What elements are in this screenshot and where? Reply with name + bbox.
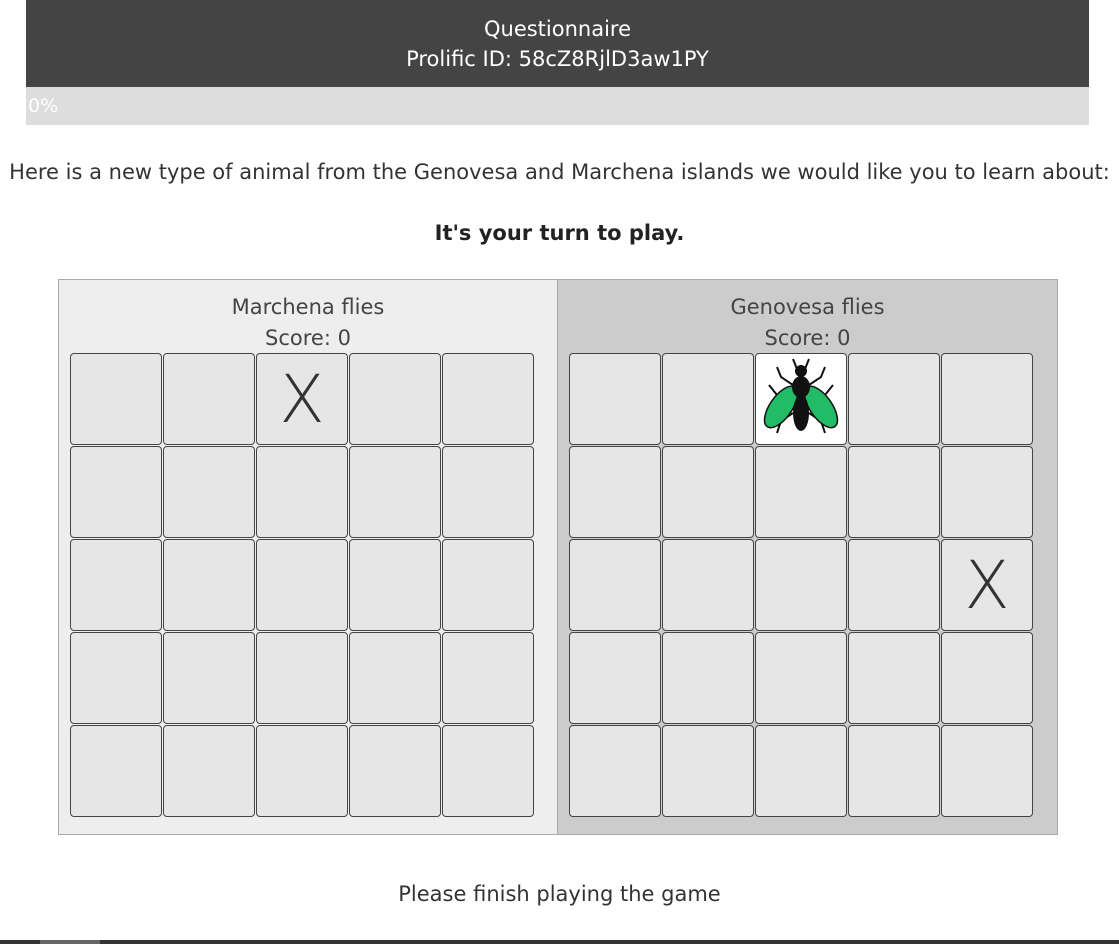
- right-grid-cell[interactable]: [941, 632, 1033, 724]
- left-grid-cell[interactable]: [70, 539, 162, 631]
- left-grid-cell[interactable]: [349, 446, 441, 538]
- left-grid-cell[interactable]: [349, 725, 441, 817]
- left-grid-cell[interactable]: [442, 632, 534, 724]
- left-grid-cell[interactable]: [256, 632, 348, 724]
- cell-mark: X: [964, 546, 1010, 624]
- right-grid-cell[interactable]: X: [941, 539, 1033, 631]
- left-grid-cell[interactable]: [163, 446, 255, 538]
- right-grid-cell[interactable]: [662, 632, 754, 724]
- fly-icon: [763, 358, 839, 434]
- marchena-title: Marchena flies: [231, 295, 385, 319]
- right-grid-cell[interactable]: [941, 353, 1033, 445]
- left-grid-cell[interactable]: [256, 539, 348, 631]
- right-grid-cell[interactable]: [662, 539, 754, 631]
- cell-mark: X: [279, 360, 325, 438]
- left-grid-cell[interactable]: [256, 725, 348, 817]
- left-grid-cell[interactable]: [256, 446, 348, 538]
- left-grid-cell[interactable]: [442, 725, 534, 817]
- bottom-bar-segment: [40, 940, 100, 944]
- left-grid-cell[interactable]: [70, 632, 162, 724]
- prolific-id: Prolific ID: 58cZ8RjlD3aw1PY: [406, 47, 709, 71]
- left-grid-cell[interactable]: [163, 353, 255, 445]
- right-grid-cell[interactable]: [755, 353, 847, 445]
- progress-bar: 0%: [26, 87, 1089, 125]
- right-grid-cell[interactable]: [662, 725, 754, 817]
- left-grid-cell[interactable]: [442, 539, 534, 631]
- right-grid-cell[interactable]: [848, 353, 940, 445]
- right-grid-cell[interactable]: [848, 539, 940, 631]
- header-title: Questionnaire: [483, 17, 632, 41]
- genovesa-score: Score: 0: [764, 326, 851, 350]
- left-grid-cell[interactable]: [70, 353, 162, 445]
- intro-text: Here is a new type of animal from the Ge…: [9, 160, 1110, 184]
- left-grid-cell[interactable]: [349, 539, 441, 631]
- right-grid-cell[interactable]: [941, 446, 1033, 538]
- right-grid-cell[interactable]: [569, 446, 661, 538]
- right-grid-cell[interactable]: [848, 446, 940, 538]
- progress-label: 0%: [28, 95, 59, 117]
- right-grid-cell[interactable]: [569, 632, 661, 724]
- marchena-panel: Marchena flies Score: 0 X: [59, 280, 558, 834]
- right-grid-cell[interactable]: [941, 725, 1033, 817]
- right-grid-cell[interactable]: [755, 725, 847, 817]
- right-grid-cell[interactable]: [755, 446, 847, 538]
- left-grid-cell[interactable]: X: [256, 353, 348, 445]
- turn-indicator: It's your turn to play.: [434, 221, 685, 245]
- left-grid-cell[interactable]: [163, 539, 255, 631]
- right-grid-cell[interactable]: [755, 632, 847, 724]
- footer-message: Please finish playing the game: [398, 882, 721, 906]
- left-grid-cell[interactable]: [70, 725, 162, 817]
- left-grid-cell[interactable]: [70, 446, 162, 538]
- genovesa-title: Genovesa flies: [730, 295, 885, 319]
- left-grid-cell[interactable]: [442, 446, 534, 538]
- left-grid-cell[interactable]: [349, 353, 441, 445]
- marchena-score: Score: 0: [265, 326, 351, 350]
- right-grid-cell[interactable]: [662, 446, 754, 538]
- left-grid-cell[interactable]: [442, 353, 534, 445]
- right-grid-cell[interactable]: [848, 725, 940, 817]
- bottom-bar: [0, 940, 1119, 944]
- right-grid-cell[interactable]: [569, 539, 661, 631]
- left-grid-cell[interactable]: [163, 725, 255, 817]
- left-grid-cell[interactable]: [163, 632, 255, 724]
- marchena-grid: X: [70, 353, 535, 818]
- right-grid-cell[interactable]: [569, 725, 661, 817]
- right-grid-cell[interactable]: [662, 353, 754, 445]
- right-grid-cell[interactable]: [848, 632, 940, 724]
- left-grid-cell[interactable]: [349, 632, 441, 724]
- right-grid-cell[interactable]: [569, 353, 661, 445]
- game-board: Marchena flies Score: 0 X Genovesa flies…: [58, 279, 1058, 835]
- questionnaire-header: Questionnaire Prolific ID: 58cZ8RjlD3aw1…: [26, 0, 1089, 87]
- right-grid-cell[interactable]: [755, 539, 847, 631]
- genovesa-panel: Genovesa flies Score: 0 X: [558, 280, 1057, 834]
- genovesa-grid: X: [569, 353, 1034, 818]
